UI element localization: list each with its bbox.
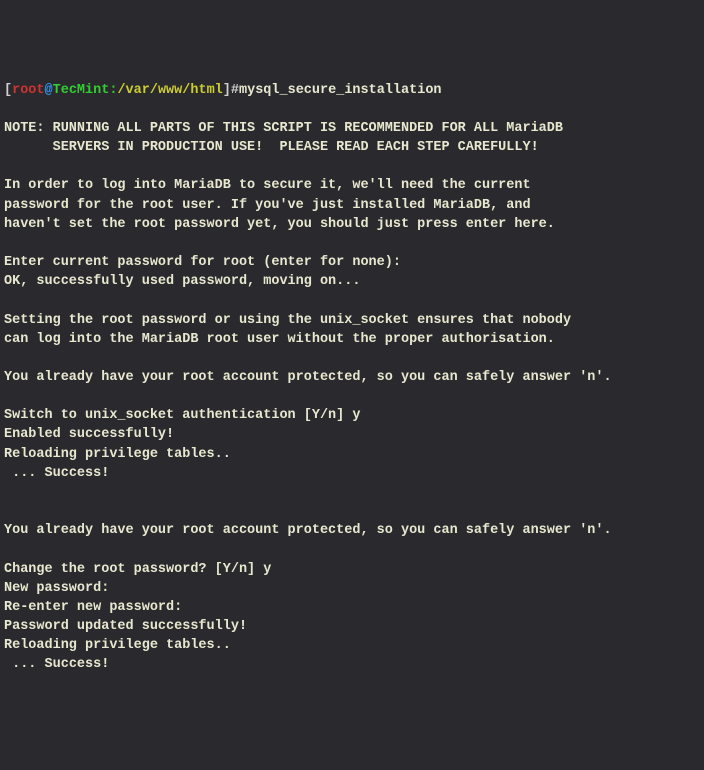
- output-line: You already have your root account prote…: [4, 521, 700, 540]
- output-line: OK, successfully used password, moving o…: [4, 272, 700, 291]
- output-line: [4, 291, 700, 310]
- prompt-close: ]: [223, 83, 231, 98]
- output-line: [4, 157, 700, 176]
- output-line: Enabled successfully!: [4, 425, 700, 444]
- output-line: haven't set the root password yet, you s…: [4, 215, 700, 234]
- prompt-open: [: [4, 83, 12, 98]
- output-line: can log into the MariaDB root user witho…: [4, 330, 700, 349]
- output-line: [4, 234, 700, 253]
- output-line: password for the root user. If you've ju…: [4, 196, 700, 215]
- terminal[interactable]: [root@TecMint:/var/www/html]#mysql_secur…: [4, 81, 700, 675]
- output-line: ... Success!: [4, 655, 700, 674]
- output-line: In order to log into MariaDB to secure i…: [4, 176, 700, 195]
- output-line: Switch to unix_socket authentication [Y/…: [4, 406, 700, 425]
- prompt-at: @: [45, 83, 53, 98]
- output-line: Reloading privilege tables..: [4, 445, 700, 464]
- output-line: NOTE: RUNNING ALL PARTS OF THIS SCRIPT I…: [4, 119, 700, 138]
- output-line: Re-enter new password:: [4, 598, 700, 617]
- output-line: [4, 540, 700, 559]
- prompt-user: root: [12, 83, 44, 98]
- prompt-hash: #: [231, 83, 239, 98]
- output-line: [4, 483, 700, 502]
- output-line: [4, 349, 700, 368]
- prompt-line: [root@TecMint:/var/www/html]#mysql_secur…: [4, 81, 700, 100]
- output-line: [4, 100, 700, 119]
- output-line: [4, 502, 700, 521]
- command-text: mysql_secure_installation: [239, 83, 442, 98]
- output-line: SERVERS IN PRODUCTION USE! PLEASE READ E…: [4, 138, 700, 157]
- prompt-host: TecMint: [53, 83, 110, 98]
- output-line: [4, 387, 700, 406]
- output-line: Reloading privilege tables..: [4, 636, 700, 655]
- output-line: Password updated successfully!: [4, 617, 700, 636]
- terminal-output: NOTE: RUNNING ALL PARTS OF THIS SCRIPT I…: [4, 100, 700, 675]
- output-line: ... Success!: [4, 464, 700, 483]
- output-line: Change the root password? [Y/n] y: [4, 560, 700, 579]
- output-line: Enter current password for root (enter f…: [4, 253, 700, 272]
- output-line: You already have your root account prote…: [4, 368, 700, 387]
- prompt-path: /var/www/html: [117, 83, 222, 98]
- output-line: Setting the root password or using the u…: [4, 311, 700, 330]
- output-line: New password:: [4, 579, 700, 598]
